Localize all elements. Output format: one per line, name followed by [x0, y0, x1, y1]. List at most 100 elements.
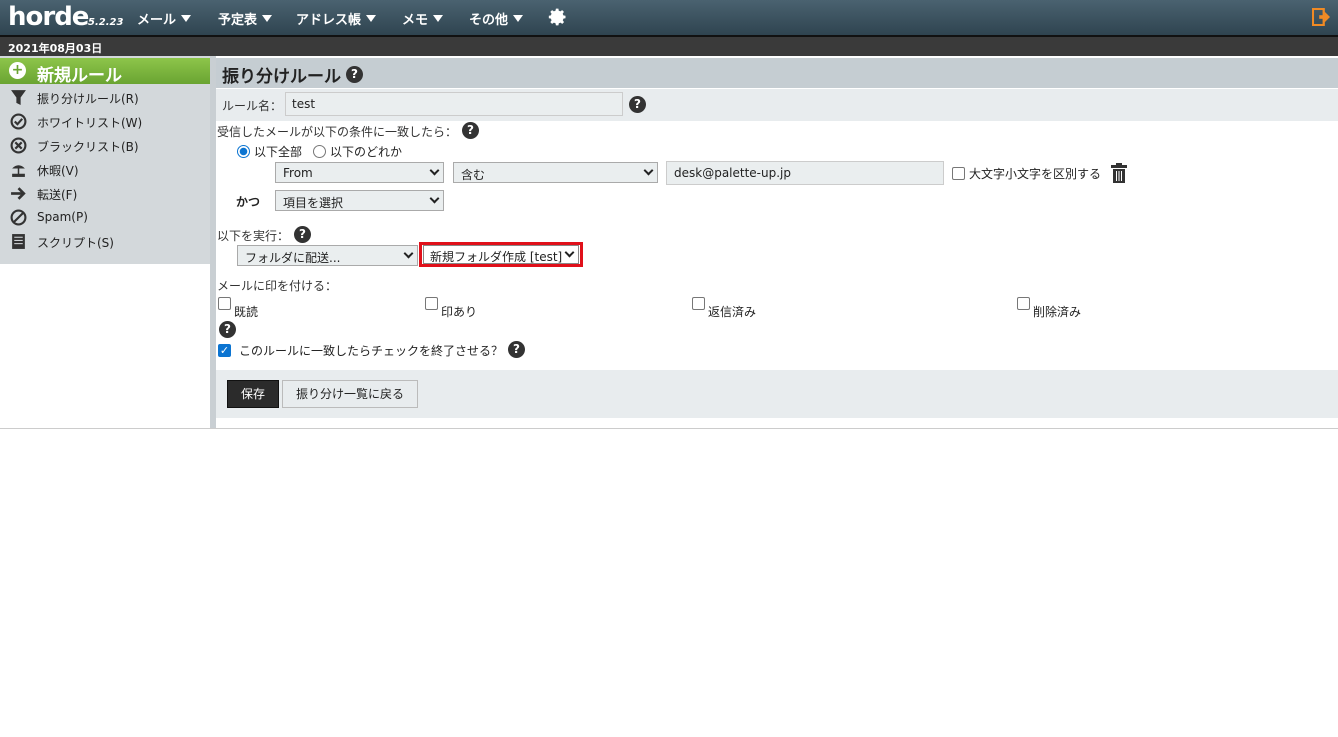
check-circle-icon: [10, 113, 27, 130]
sidebar-item-forward[interactable]: 転送(F): [0, 182, 210, 204]
menu-calendar-label: 予定表: [218, 13, 258, 28]
menu-calendar[interactable]: 予定表: [218, 9, 273, 28]
main-content: 振り分けルール ? ルール名： test ? 受信したメールが以下の条件に一致し…: [216, 56, 1338, 428]
version-label: 5.2.23: [88, 17, 124, 28]
condition-operator-select[interactable]: 含む: [453, 162, 658, 183]
page-title: 振り分けルール: [222, 67, 341, 87]
menu-mail-label: メール: [137, 13, 177, 28]
chevron-down-icon: [403, 248, 414, 259]
help-icon[interactable]: ?: [219, 321, 236, 338]
and-label: かつ: [236, 195, 261, 209]
flag-seen-label: 既読: [234, 305, 259, 319]
condition-field-select[interactable]: From: [275, 162, 444, 183]
sidebar-item-label: 転送(F): [37, 188, 78, 202]
rule-name-label: ルール名：: [222, 99, 283, 113]
folder-value: 新規フォルダ作成 [test]: [430, 250, 563, 264]
stop-checking-checkbox[interactable]: ✓: [218, 344, 231, 357]
sidebar-item-blacklist[interactable]: ブラックリスト(B): [0, 134, 210, 156]
flag-flagged-checkbox[interactable]: [425, 297, 438, 310]
match-any-radio[interactable]: [313, 145, 326, 158]
menu-others[interactable]: その他: [469, 9, 524, 28]
logout-icon[interactable]: [1312, 8, 1330, 26]
case-sensitive-checkbox[interactable]: [952, 167, 965, 180]
chevron-down-icon: [262, 15, 273, 22]
help-icon[interactable]: ?: [346, 66, 363, 83]
action-label: 以下を実行：: [217, 229, 290, 243]
chevron-down-icon: [181, 15, 192, 22]
menu-notes-label: メモ: [402, 13, 429, 28]
chevron-down-icon: [433, 15, 444, 22]
ban-icon: [10, 209, 27, 226]
chevron-down-icon: [513, 15, 524, 22]
help-icon[interactable]: ?: [294, 226, 311, 243]
flag-deleted-checkbox[interactable]: [1017, 297, 1030, 310]
chevron-down-icon: [643, 165, 654, 176]
sidebar-item-vacation[interactable]: 休暇(V): [0, 158, 210, 180]
flag-flagged-label: 印あり: [441, 305, 478, 319]
chevron-down-icon: [564, 247, 575, 258]
flags-label: メールに印を付ける：: [217, 279, 338, 293]
vacation-icon: [12, 165, 25, 177]
condition-label: 受信したメールが以下の条件に一致したら：: [217, 125, 458, 139]
folder-select[interactable]: 新規フォルダ作成 [test]: [423, 245, 579, 264]
condition-operator-value: 含む: [461, 168, 486, 182]
and-field-value: 項目を選択: [283, 196, 344, 210]
condition-field-value: From: [283, 166, 313, 180]
sidebar-item-label: ホワイトリスト(W): [37, 116, 143, 130]
sidebar-item-label: 休暇(V): [37, 164, 79, 178]
flag-answered-checkbox[interactable]: [692, 297, 705, 310]
menu-notes[interactable]: メモ: [402, 9, 444, 28]
new-rule-label: 新規ルール: [37, 66, 122, 86]
date-bar: 2021年08月03日: [0, 35, 1338, 56]
page-header: 振り分けルール ?: [216, 58, 1338, 88]
menu-others-label: その他: [469, 13, 509, 28]
folder-select-highlight: 新規フォルダ作成 [test]: [419, 242, 583, 267]
trash-icon[interactable]: [1111, 163, 1127, 183]
form-footer: 保存 振り分け一覧に戻る: [216, 370, 1338, 418]
sidebar-item-filters[interactable]: 振り分けルール(R): [0, 86, 210, 108]
action-value: フォルダに配送...: [245, 251, 341, 265]
help-icon[interactable]: ?: [508, 341, 525, 358]
case-sensitive-label: 大文字小文字を区別する: [969, 167, 1102, 181]
sidebar-item-label: 振り分けルール(R): [37, 92, 139, 106]
sidebar-item-spam[interactable]: Spam(P): [0, 206, 210, 228]
stop-checking-label: このルールに一致したらチェックを終了させる？: [239, 344, 504, 358]
sidebar-item-label: スクリプト(S): [37, 236, 114, 250]
divider: [0, 428, 1338, 429]
save-button[interactable]: 保存: [227, 380, 279, 408]
rule-name-input[interactable]: test: [285, 92, 623, 116]
help-icon[interactable]: ?: [462, 122, 479, 139]
sidebar-item-whitelist[interactable]: ホワイトリスト(W): [0, 110, 210, 132]
plus-icon: +: [9, 62, 26, 79]
match-all-radio[interactable]: [237, 145, 250, 158]
rule-name-row: ルール名： test ?: [216, 89, 1338, 121]
flag-answered-label: 返信済み: [708, 305, 757, 319]
sidebar: + 新規ルール 振り分けルール(R) ホワイトリスト(W) ブラックリスト(B)…: [0, 56, 210, 264]
script-icon: [12, 234, 25, 249]
help-icon[interactable]: ?: [629, 96, 646, 113]
current-date: 2021年08月03日: [8, 42, 103, 55]
x-circle-icon: [10, 137, 27, 154]
and-field-select[interactable]: 項目を選択: [275, 190, 444, 211]
gear-icon[interactable]: [548, 7, 568, 27]
top-navigation-bar: horde 5.2.23 メール 予定表 アドレス帳 メモ その他: [0, 0, 1338, 35]
chevron-down-icon: [429, 193, 440, 204]
sidebar-item-label: ブラックリスト(B): [37, 140, 139, 154]
condition-value-input[interactable]: desk@palette-up.jp: [666, 161, 944, 185]
filter-icon: [11, 90, 26, 105]
arrow-right-icon: [11, 187, 26, 200]
menu-addressbook[interactable]: アドレス帳: [296, 9, 377, 28]
horde-logo[interactable]: horde: [8, 2, 89, 32]
new-rule-button[interactable]: + 新規ルール: [0, 58, 210, 86]
chevron-down-icon: [366, 15, 377, 22]
sidebar-item-script[interactable]: スクリプト(S): [0, 230, 210, 252]
menu-addressbook-label: アドレス帳: [296, 13, 362, 28]
flag-deleted-label: 削除済み: [1033, 305, 1082, 319]
condition-value-text: desk@palette-up.jp: [674, 166, 791, 180]
match-any-label: 以下のどれか: [330, 145, 403, 159]
menu-mail[interactable]: メール: [137, 9, 192, 28]
flag-seen-checkbox[interactable]: [218, 297, 231, 310]
action-select[interactable]: フォルダに配送...: [237, 245, 418, 266]
chevron-down-icon: [429, 165, 440, 176]
back-to-list-button[interactable]: 振り分け一覧に戻る: [282, 380, 418, 408]
